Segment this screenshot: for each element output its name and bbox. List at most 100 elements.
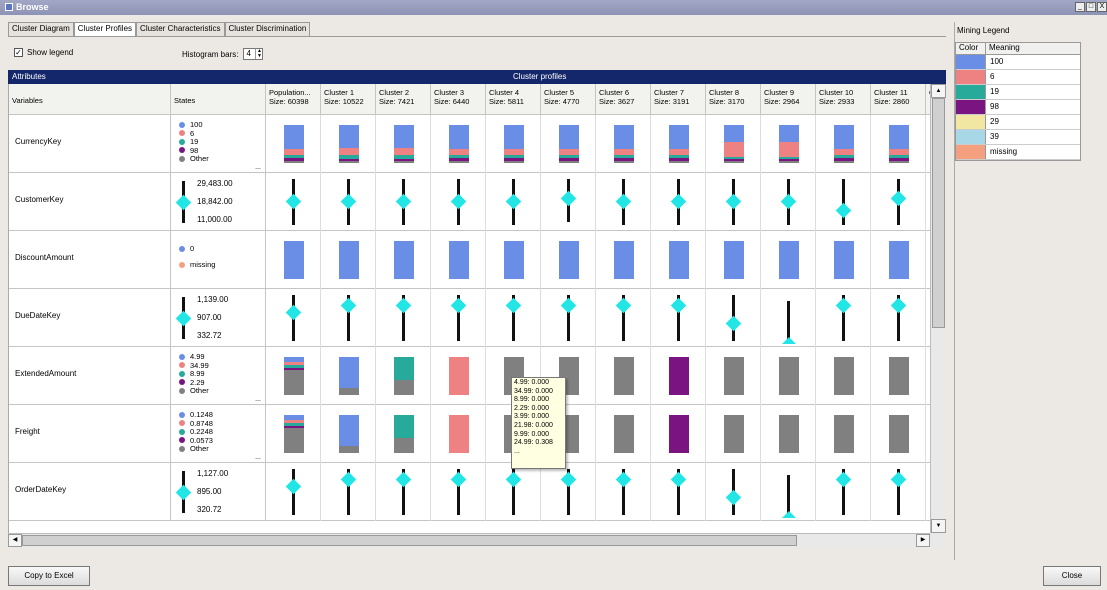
profile-cell[interactable] (871, 347, 926, 405)
scroll-right-icon[interactable]: ▶ (916, 534, 930, 547)
profile-cell[interactable] (761, 231, 816, 289)
profile-cell[interactable] (486, 173, 541, 231)
variable-name[interactable]: DiscountAmount (9, 231, 171, 289)
profile-cell[interactable] (266, 347, 321, 405)
profile-cell[interactable] (486, 115, 541, 173)
profile-cell[interactable] (486, 463, 541, 521)
profile-cell[interactable] (376, 231, 431, 289)
profile-cell[interactable] (596, 289, 651, 347)
histogram-spinner[interactable]: 4 ▲ ▼ (243, 48, 264, 60)
profile-cell[interactable] (541, 115, 596, 173)
profile-cell[interactable] (706, 173, 761, 231)
profile-cell[interactable] (761, 405, 816, 463)
copy-to-excel-button[interactable]: Copy to Excel (8, 566, 90, 586)
profile-cell[interactable] (651, 289, 706, 347)
profile-cell[interactable] (376, 115, 431, 173)
profile-cell[interactable] (706, 463, 761, 521)
cluster-column-header[interactable]: Cluster 2 Size: 7421 (376, 84, 431, 115)
profile-cell[interactable] (266, 231, 321, 289)
profile-cell[interactable] (761, 347, 816, 405)
profile-cell[interactable] (431, 347, 486, 405)
variable-name[interactable]: OrderDateKey (9, 463, 171, 521)
profile-cell[interactable] (541, 463, 596, 521)
profile-cell[interactable] (541, 289, 596, 347)
vertical-scrollbar[interactable]: ▲ ▼ (930, 84, 946, 533)
variable-name[interactable]: ExtendedAmount (9, 347, 171, 405)
show-legend-option[interactable]: ✓ Show legend (14, 48, 73, 57)
profile-cell[interactable] (816, 173, 871, 231)
cluster-column-header[interactable]: Cluster 3 Size: 6440 (431, 84, 486, 115)
variable-name[interactable]: CustomerKey (9, 173, 171, 231)
profile-cell[interactable] (816, 405, 871, 463)
profile-cell[interactable] (486, 231, 541, 289)
profile-cell[interactable] (321, 231, 376, 289)
profile-cell[interactable] (761, 173, 816, 231)
show-legend-checkbox[interactable]: ✓ (14, 48, 23, 57)
cluster-column-header[interactable]: Cluster 10 Size: 2933 (816, 84, 871, 115)
variable-name[interactable]: Freight (9, 405, 171, 463)
profile-cell[interactable] (321, 115, 376, 173)
profile-cell[interactable] (321, 405, 376, 463)
variable-name[interactable]: DueDateKey (9, 289, 171, 347)
profile-cell[interactable] (871, 231, 926, 289)
profile-cell[interactable] (596, 463, 651, 521)
profile-cell[interactable] (871, 115, 926, 173)
profile-cell[interactable] (651, 115, 706, 173)
profile-cell[interactable] (651, 347, 706, 405)
minimize-button[interactable]: _ (1075, 2, 1085, 12)
cluster-column-header[interactable]: Cluster 7 Size: 3191 (651, 84, 706, 115)
profile-cell[interactable] (321, 463, 376, 521)
profile-cell[interactable] (651, 405, 706, 463)
profile-cell[interactable] (266, 289, 321, 347)
cluster-column-header[interactable]: Cluster 1 Size: 10522 (321, 84, 376, 115)
cluster-column-header[interactable]: Cluster 5 Size: 4770 (541, 84, 596, 115)
scroll-down-icon[interactable]: ▼ (931, 519, 946, 533)
profile-cell[interactable] (871, 173, 926, 231)
profile-cell[interactable] (431, 173, 486, 231)
profile-cell[interactable] (376, 347, 431, 405)
profile-cell[interactable] (871, 289, 926, 347)
profile-cell[interactable] (596, 347, 651, 405)
profile-cell[interactable] (596, 173, 651, 231)
profile-cell[interactable] (706, 405, 761, 463)
maximize-button[interactable]: □ (1086, 2, 1096, 12)
close-window-button[interactable]: X (1097, 2, 1107, 12)
tab-cluster-characteristics[interactable]: Cluster Characteristics (136, 22, 225, 36)
cluster-column-header[interactable]: Population... Size: 60398 (266, 84, 321, 115)
profile-cell[interactable] (541, 231, 596, 289)
profile-cell[interactable] (266, 405, 321, 463)
profile-cell[interactable] (431, 115, 486, 173)
cluster-column-header[interactable]: Cluster 9 Size: 2964 (761, 84, 816, 115)
profile-cell[interactable] (651, 231, 706, 289)
variable-name[interactable]: CurrencyKey (9, 115, 171, 173)
profile-cell[interactable] (376, 405, 431, 463)
profile-cell[interactable] (816, 115, 871, 173)
profile-cell[interactable] (816, 347, 871, 405)
horizontal-scroll-thumb[interactable] (22, 535, 797, 546)
profile-cell[interactable] (816, 289, 871, 347)
horizontal-scrollbar[interactable]: ◀ ▶ (8, 533, 930, 547)
profile-cell[interactable] (706, 231, 761, 289)
profile-cell[interactable] (431, 405, 486, 463)
profile-cell[interactable] (431, 231, 486, 289)
profile-cell[interactable] (596, 231, 651, 289)
profile-cell[interactable] (541, 173, 596, 231)
profile-cell[interactable] (321, 173, 376, 231)
profile-cell[interactable] (706, 347, 761, 405)
profile-cell[interactable] (651, 173, 706, 231)
profile-cell[interactable] (321, 289, 376, 347)
scroll-up-icon[interactable]: ▲ (931, 84, 946, 98)
vertical-scroll-thumb[interactable] (932, 98, 945, 328)
profile-cell[interactable] (376, 463, 431, 521)
profile-cell[interactable] (761, 115, 816, 173)
scroll-left-icon[interactable]: ◀ (8, 534, 22, 547)
tab-cluster-diagram[interactable]: Cluster Diagram (8, 22, 74, 36)
profile-cell[interactable] (266, 173, 321, 231)
profile-cell[interactable] (321, 347, 376, 405)
profile-cell[interactable] (871, 405, 926, 463)
spinner-arrows-icon[interactable]: ▲ ▼ (255, 49, 262, 59)
profile-cell[interactable] (266, 115, 321, 173)
profile-cell[interactable] (651, 463, 706, 521)
profile-cell[interactable] (376, 173, 431, 231)
tab-cluster-discrimination[interactable]: Cluster Discrimination (224, 22, 311, 36)
